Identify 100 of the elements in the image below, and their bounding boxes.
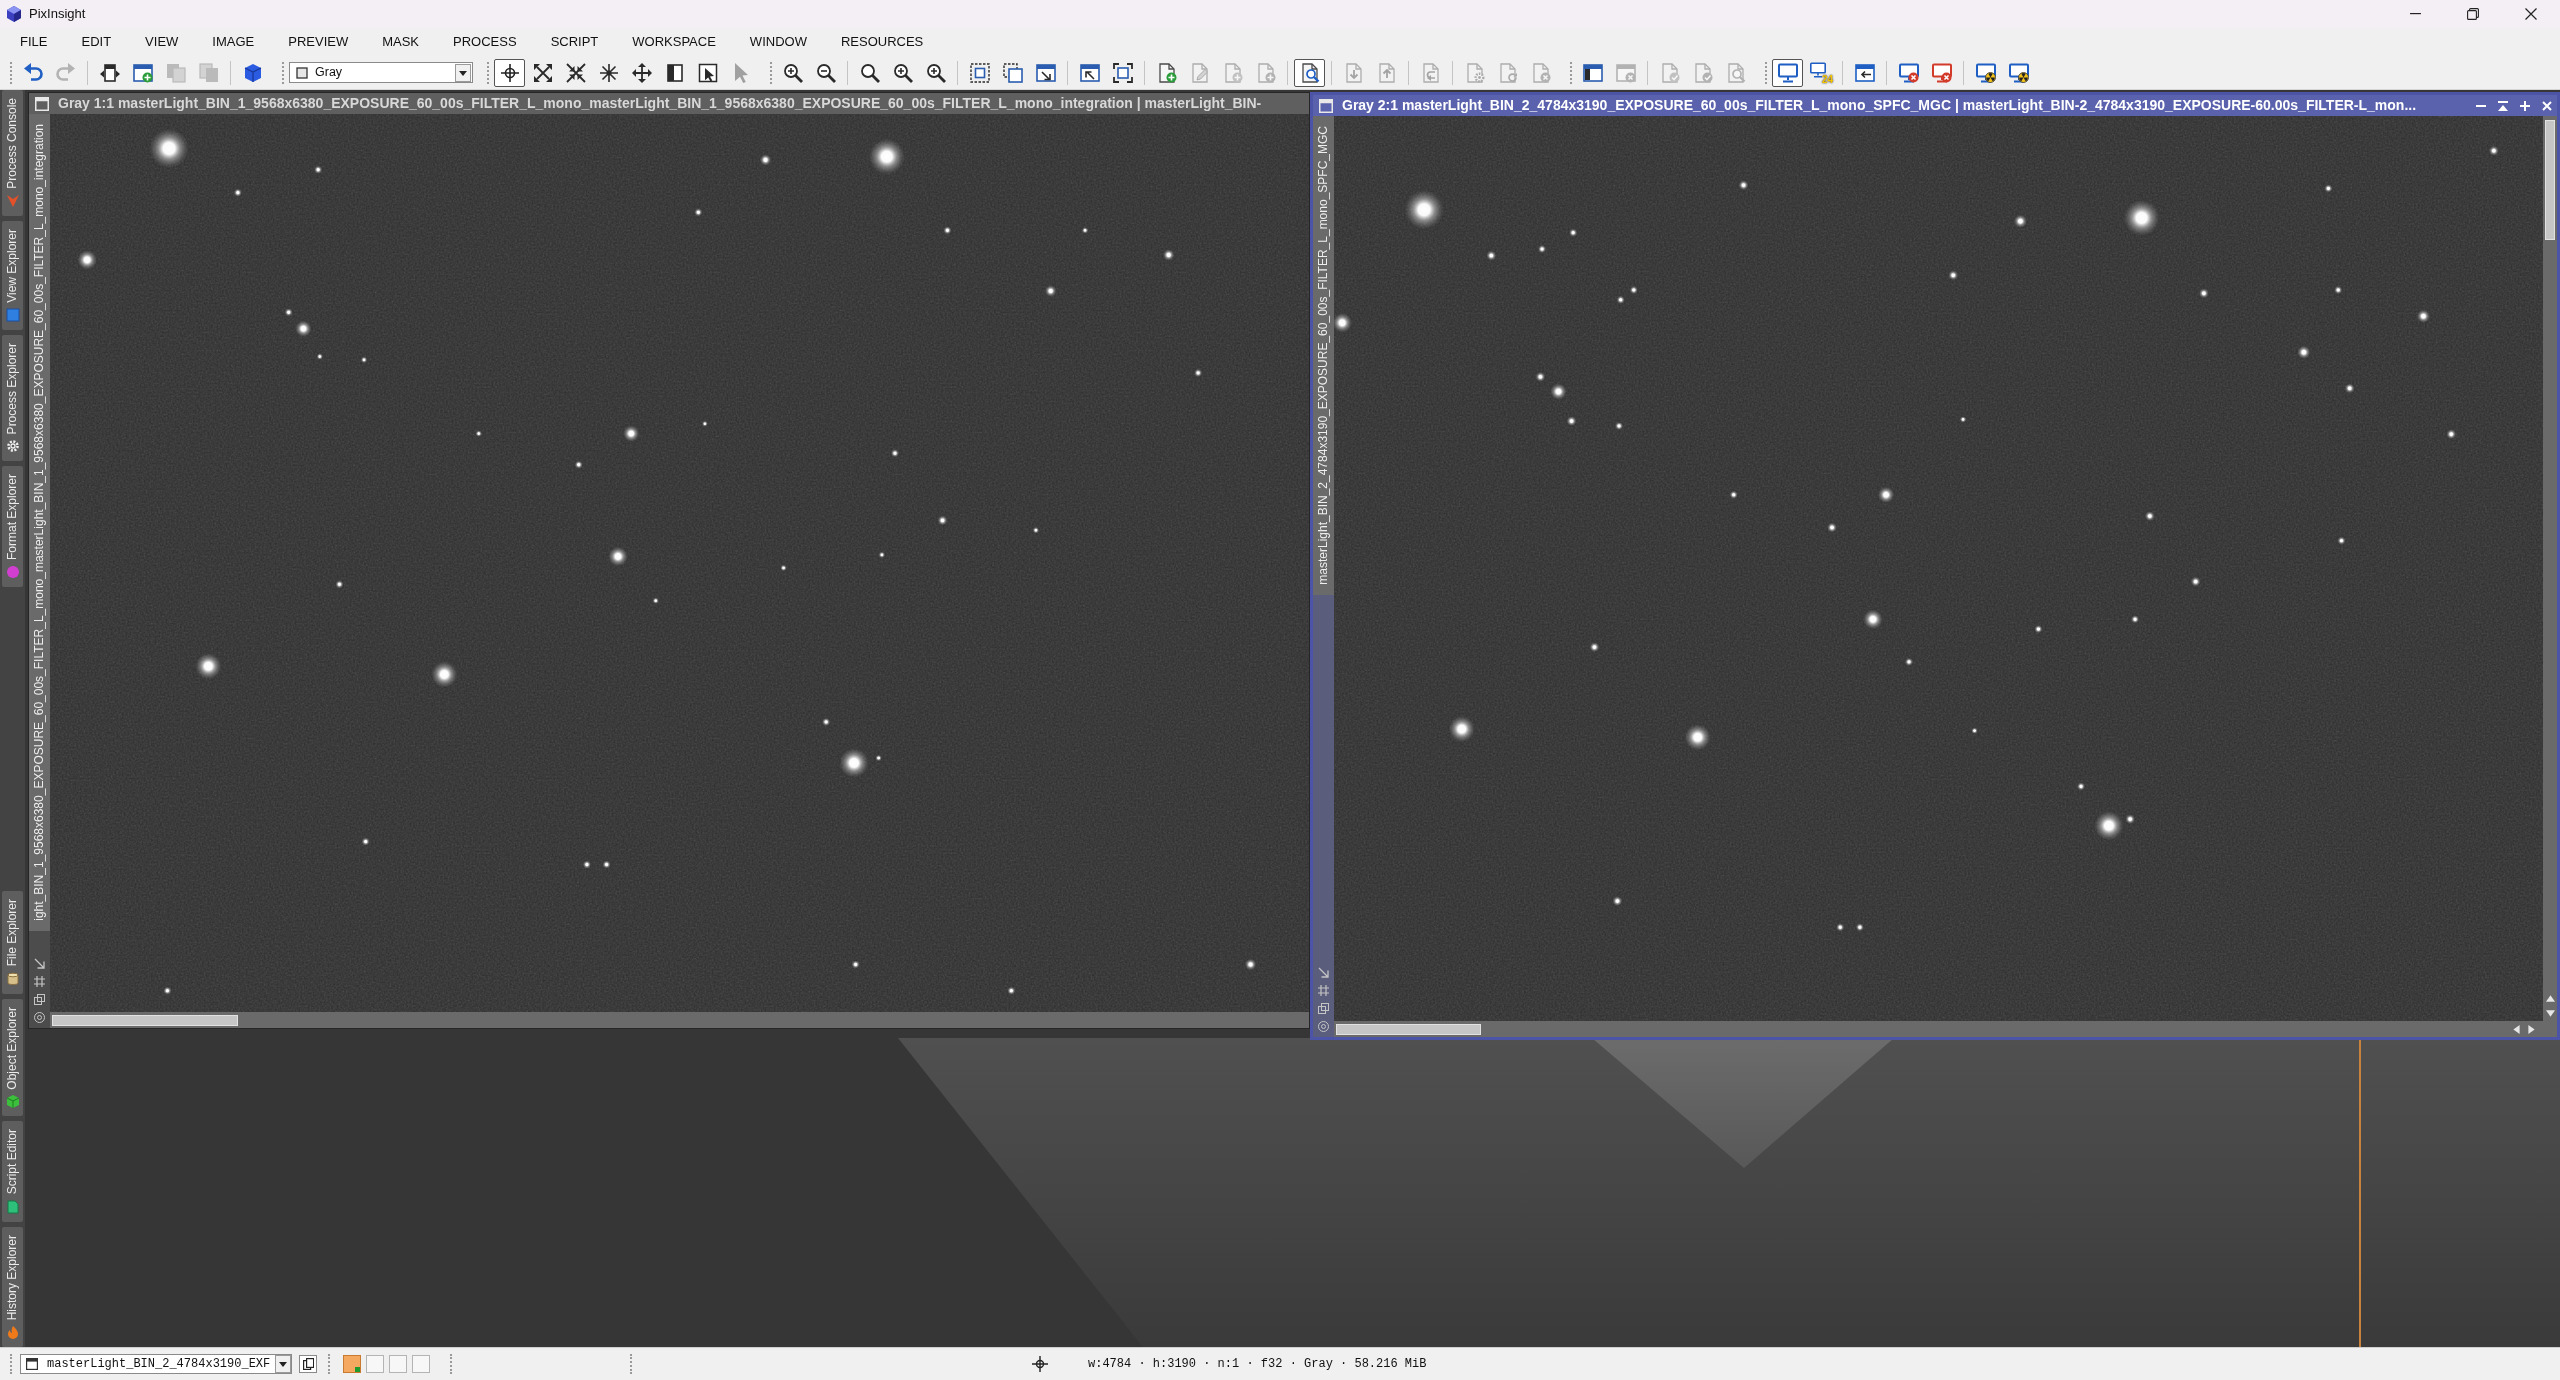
minimize-icon: [2409, 13, 2421, 15]
menu-item[interactable]: WINDOW: [732, 28, 824, 56]
flame-icon: [5, 1325, 20, 1339]
frame-icon[interactable]: [34, 976, 45, 987]
zoom-out-icon: [815, 62, 836, 83]
circle-icon: [5, 564, 20, 579]
right-arrow-icon[interactable]: [2528, 1024, 2535, 1034]
scrollbar-thumb[interactable]: [1336, 1023, 1481, 1035]
close-icon[interactable]: [2542, 100, 2552, 111]
overlapping-squares-icon[interactable]: [34, 994, 45, 1005]
color-swatch[interactable]: [389, 1355, 407, 1373]
menu-item[interactable]: PREVIEW: [271, 28, 366, 56]
stacked-pages-icon: [198, 62, 219, 83]
toolbar-button[interactable]: [1294, 58, 1325, 87]
corner-arrow-icon[interactable]: [1318, 967, 1329, 978]
caret-icon: [455, 63, 471, 82]
zoom-in-icon: [892, 62, 913, 83]
document-arrow-icon: [1376, 62, 1397, 83]
collapse-arrows-icon: [565, 62, 586, 83]
document-search-icon: [1725, 62, 1746, 83]
menu-item[interactable]: WORKSPACE: [615, 28, 733, 56]
window-title: PixInsight: [29, 5, 86, 24]
monitor-icon: [1777, 62, 1798, 83]
target-icon[interactable]: [34, 1012, 45, 1023]
dropdown[interactable]: Gray: [289, 62, 473, 83]
side-panel-tab[interactable]: File Explorer: [2, 891, 23, 994]
menu-item[interactable]: IMAGE: [195, 28, 272, 56]
scrollbar-thumb[interactable]: [52, 1014, 238, 1026]
toolbar-button[interactable]: [1772, 58, 1803, 87]
vertical-scrollbar[interactable]: [2543, 116, 2557, 1021]
side-panel-tab[interactable]: History Explorer: [2, 1226, 23, 1347]
page-icon: [5, 1199, 20, 1214]
side-panel-tab[interactable]: Script Editor: [2, 1121, 23, 1222]
menu-item[interactable]: FILE: [3, 28, 65, 56]
plus-icon[interactable]: [2520, 100, 2530, 111]
menu-item[interactable]: RESOURCES: [823, 28, 941, 56]
target-icon[interactable]: [1318, 1021, 1329, 1032]
view-tab[interactable]: masterLight_BIN_2_4784x3190_EXPOSURE_60_00s_FILTER_L_mono_SPFC_MGC: [1313, 116, 1334, 595]
wedge-icon: [5, 193, 20, 208]
menu-item[interactable]: MASK: [365, 28, 437, 56]
horizontal-scrollbar[interactable]: [50, 1012, 1309, 1028]
number-label: 24: [1821, 74, 1833, 85]
color-swatch[interactable]: [366, 1355, 384, 1373]
minimize-icon[interactable]: [2476, 104, 2486, 107]
window-title: Gray 2:1 masterLight_BIN_2_4784x3190_EXPOSURE_60_00s_FILTER_L_mono_SPFC_MGC | masterLight_BIN-2_4784x3190_EXPOSURE-60.00s_FILTER-L_mon...: [1342, 96, 2417, 115]
scrollbar-thumb[interactable]: [2545, 120, 2555, 240]
window-icon[interactable]: [35, 96, 49, 111]
corner-arrow-icon[interactable]: [34, 958, 45, 969]
document-plus-icon: [1222, 62, 1243, 83]
frame-icon[interactable]: [1318, 985, 1329, 996]
document-gear-icon: [1464, 62, 1485, 83]
menu-item[interactable]: SCRIPT: [533, 28, 616, 56]
side-panel-tab[interactable]: Process Console: [2, 90, 23, 216]
zoom-in-icon: [782, 62, 803, 83]
undo-icon: [22, 62, 43, 83]
pointer-rectangle-icon: [697, 62, 718, 83]
document-check-icon: [1692, 62, 1713, 83]
close-icon: [2525, 8, 2537, 20]
window-close-icon: [1615, 62, 1636, 83]
side-panel-tab[interactable]: Format Explorer: [2, 465, 23, 587]
view-selector-dropdown[interactable]: masterLight_BIN_2_4784x3190_EXF: [20, 1354, 292, 1374]
color-swatch[interactable]: [343, 1355, 361, 1373]
overlapping-squares-icon[interactable]: [1318, 1003, 1329, 1014]
color-swatch[interactable]: [412, 1355, 430, 1373]
caret-icon: [275, 1355, 291, 1373]
frame-corners-icon: [1112, 62, 1133, 83]
square-icon: [296, 66, 308, 79]
menu-item[interactable]: VIEW: [128, 28, 196, 56]
side-panel-tab[interactable]: View Explorer: [2, 220, 23, 330]
menu-item[interactable]: EDIT: [64, 28, 129, 56]
down-arrow-icon[interactable]: [2545, 1010, 2555, 1017]
view-tab[interactable]: ight_BIN_1_9568x6380_EXPOSURE_60_00s_FILTER_L_mono_masterLight_BIN_1_9568x6380_EXPOSURE_60_00s_FILTER_L_mono_integration: [29, 114, 50, 931]
redo-icon: [55, 62, 76, 83]
shade-icon[interactable]: [2498, 100, 2508, 111]
side-panel-tab[interactable]: Process Explorer: [2, 334, 23, 461]
zoom-in-icon: [925, 62, 946, 83]
window-arrows-icon: [99, 62, 120, 83]
left-arrow-icon[interactable]: [2513, 1024, 2520, 1034]
window-icon[interactable]: [1319, 98, 1333, 113]
window-plus-icon: [132, 62, 153, 83]
document-plus-icon: [1156, 62, 1177, 83]
crosshair-icon: [1032, 1356, 1048, 1372]
cube-icon: [5, 1094, 20, 1109]
monitor-close-icon: [1898, 62, 1919, 83]
stacked-pages-icon: [165, 62, 186, 83]
document-refresh-icon: [1497, 62, 1518, 83]
image-info: w:4784 · h:3190 · n:1 · f32 · Gray · 58.216 MiB: [1088, 1356, 1427, 1373]
toolbar-button[interactable]: [494, 58, 525, 87]
horizontal-scrollbar[interactable]: [1334, 1021, 2557, 1037]
star-arrows-icon: [598, 62, 619, 83]
menu-item[interactable]: PROCESS: [436, 28, 534, 56]
document-pencil-icon: [1189, 62, 1210, 83]
up-arrow-icon[interactable]: [2545, 995, 2555, 1002]
pages-button[interactable]: [299, 1355, 317, 1373]
move-arrows-icon: [631, 62, 652, 83]
cylinder-icon: [5, 971, 20, 986]
gear-icon: [5, 438, 20, 453]
app-logo-icon: [6, 6, 22, 22]
side-panel-tab[interactable]: Object Explorer: [2, 998, 23, 1117]
magnifier-icon: [859, 62, 880, 83]
